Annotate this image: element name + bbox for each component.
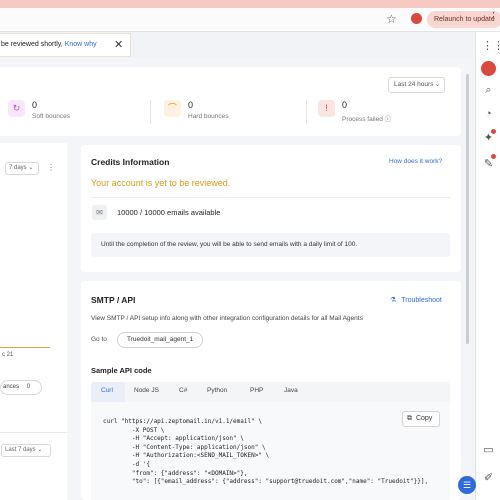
time-range-value: Last 24 hours (394, 81, 434, 88)
troubleshoot-link[interactable]: ⚗ Troubleshoot (390, 296, 442, 304)
tab-curl[interactable]: Curl (101, 387, 113, 394)
range-value: 7 days (9, 165, 27, 171)
divider (91, 197, 450, 198)
troubleshoot-label: Troubleshoot (401, 297, 442, 304)
scrollbar[interactable] (466, 74, 469, 344)
smtp-title: SMTP / API (91, 295, 136, 305)
notification-text: be reviewed shortly, (1, 41, 63, 48)
edit-icon[interactable]: ✐ (482, 472, 495, 485)
process-failed-label: Process failed (342, 116, 383, 123)
bounce-icon: ⌒ (164, 100, 181, 117)
browser-side-panel: ⋮⋮ ⌕ ◔ ✦ ✎ ▭ ✐ (475, 32, 500, 500)
tab-php[interactable]: PHP (250, 387, 263, 394)
bounces-pill: ances 0 (0, 380, 42, 395)
refresh-icon: ↻ (8, 100, 25, 117)
kebab-menu-icon[interactable]: ⋮ (47, 163, 55, 172)
mail-agent-chip[interactable]: Truedoit_mail_agent_1 (117, 332, 204, 348)
grid-icon[interactable]: ⋮⋮ (482, 40, 500, 53)
sample-code: curl "https://api.zeptomail.in/v1.1/emai… (103, 418, 429, 486)
search-icon[interactable]: ⌕ (482, 84, 495, 97)
review-notification: be reviewed shortly, Know why (0, 33, 131, 57)
stat-value: 0 (32, 100, 38, 110)
chart-line (0, 347, 50, 348)
tab-java[interactable]: Java (284, 387, 298, 394)
sample-api-title: Sample API code (91, 366, 152, 375)
tab-csharp[interactable]: C# (179, 387, 187, 394)
address-bar[interactable] (0, 8, 500, 32)
credits-title: Credits Information (91, 157, 170, 167)
tab-nodejs[interactable]: Node JS (134, 387, 159, 394)
range-value: Last 7 days (5, 447, 36, 453)
stat-label: Hard bounces (188, 113, 229, 120)
divider (0, 432, 67, 433)
stat-value: 0 (342, 100, 348, 110)
smtp-description: View SMTP / API setup info along with ot… (91, 315, 363, 322)
chevron-down-icon: ⌄ (434, 82, 440, 88)
avatar[interactable] (481, 61, 496, 76)
divider (150, 100, 151, 124)
goto-label: Go to (91, 336, 107, 343)
range-select-bottom[interactable]: Last 7 days ⌄ (1, 444, 51, 457)
date-label: c 21 (2, 352, 14, 358)
bell-icon[interactable]: ◔ (482, 108, 495, 121)
time-range-select[interactable]: Last 24 hours ⌄ (388, 77, 445, 93)
emails-available: 10000 / 10000 emails available (117, 208, 221, 217)
stat-value: 0 (188, 100, 194, 110)
alert-icon: ! (318, 100, 335, 117)
chat-icon[interactable]: ▭ (482, 444, 495, 457)
chat-fab-icon[interactable]: ☰ (458, 476, 476, 494)
flask-icon: ⚗ (390, 297, 397, 304)
tab-python[interactable]: Python (207, 387, 227, 394)
puzzle-icon[interactable]: ✦ (482, 132, 495, 145)
how-it-works-link[interactable]: How does it work? (389, 158, 442, 165)
review-info-box: Until the completion of the review, you … (91, 233, 450, 257)
star-icon[interactable]: ☆ (386, 12, 397, 26)
divider (306, 100, 307, 124)
range-select-top[interactable]: 7 days ⌄ (5, 162, 39, 175)
know-why-link[interactable]: Know why (65, 41, 97, 48)
profile-avatar[interactable] (411, 13, 422, 24)
mail-icon: ✉ (92, 205, 107, 220)
info-icon[interactable]: ⓘ (385, 116, 392, 123)
close-icon[interactable]: ✕ (114, 38, 123, 51)
pin-icon[interactable]: ✎ (482, 158, 495, 171)
kebab-menu-icon[interactable]: ⋮ (488, 12, 499, 23)
browser-top-strip (0, 0, 500, 8)
stat-label: Process failed ⓘ (342, 113, 391, 123)
bounces-value: 0 (26, 384, 31, 390)
bounces-label: ances (3, 384, 20, 390)
stat-label: Soft bounces (32, 113, 70, 120)
review-warning: Your account is yet to be reviewed. (91, 178, 231, 188)
